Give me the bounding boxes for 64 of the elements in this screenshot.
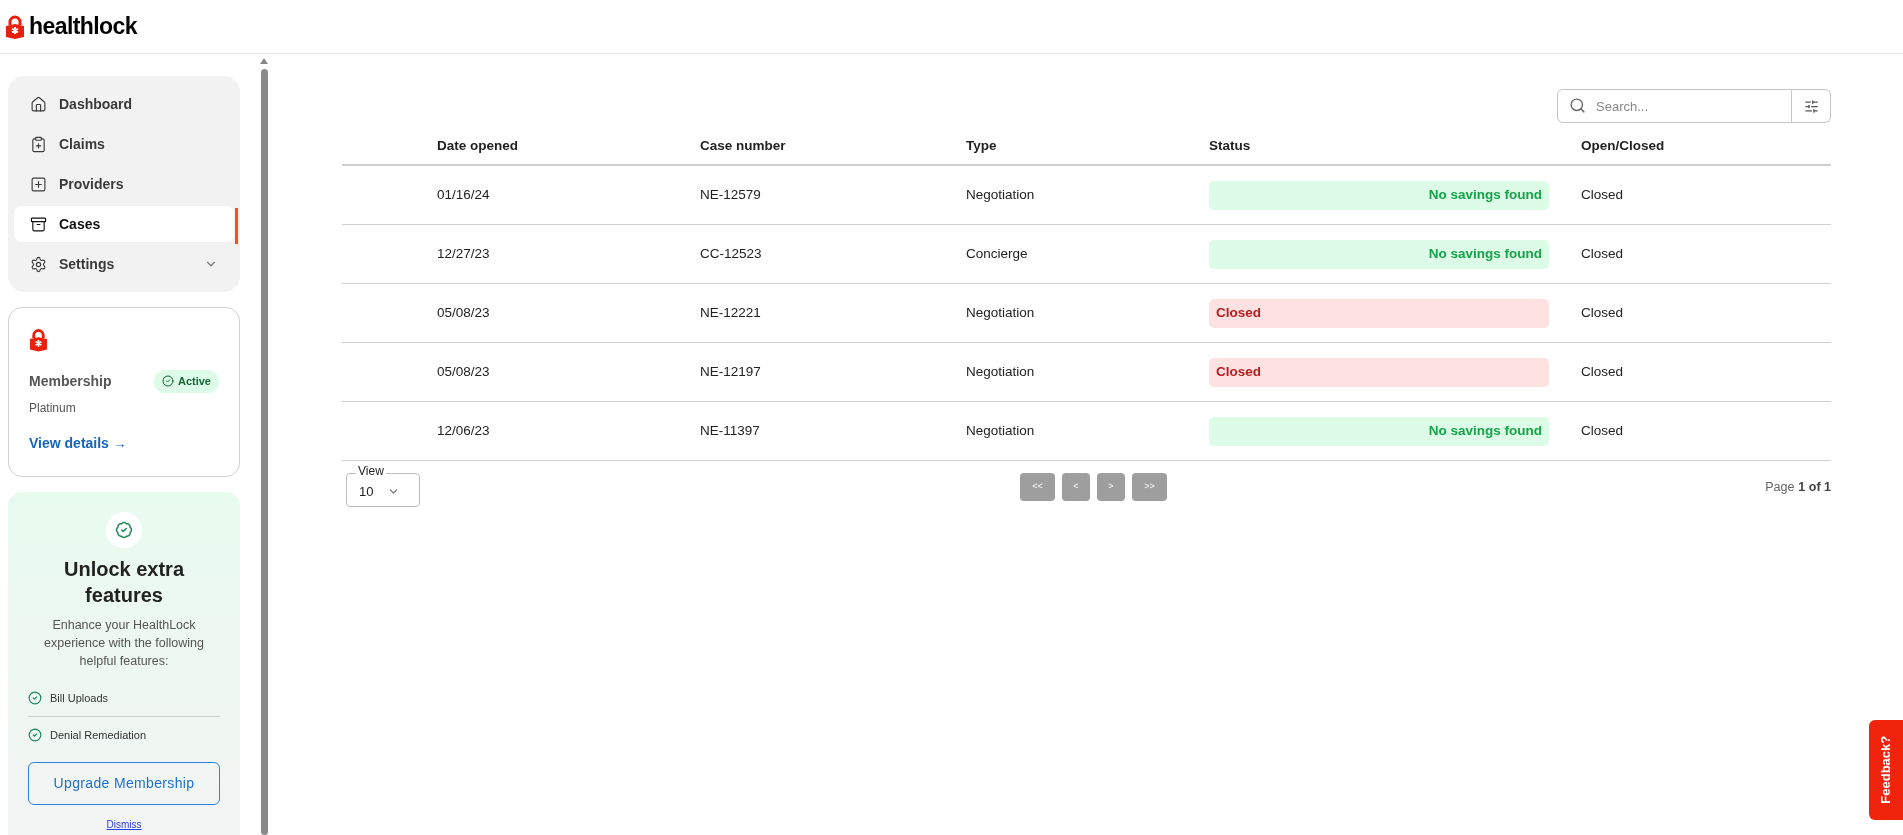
table-cell-text: Concierge bbox=[966, 244, 1029, 263]
view-value: 10 bbox=[359, 483, 374, 502]
lock-logo-icon bbox=[5, 14, 25, 39]
membership-title: Membership bbox=[29, 371, 112, 391]
table-cell-text: Closed bbox=[1581, 244, 1625, 263]
column-header: Case number bbox=[700, 137, 787, 156]
table-cell-text: 12/06/23 bbox=[437, 421, 491, 440]
table-cell-text: 12/27/23 bbox=[437, 244, 491, 263]
membership-plan: Platinum bbox=[29, 399, 77, 417]
scroll-up-arrow-icon[interactable] bbox=[260, 58, 268, 64]
table-cell-text: Closed bbox=[1581, 421, 1625, 440]
table-cell-text: Closed bbox=[1581, 362, 1625, 381]
column-header: Date opened bbox=[437, 137, 519, 156]
table-cell-text: Negotiation bbox=[966, 185, 1036, 204]
table-cell-text: 05/08/23 bbox=[437, 362, 491, 381]
sidebar-item[interactable]: Cases bbox=[14, 206, 234, 242]
dismiss-link[interactable]: Dismiss bbox=[106, 816, 142, 832]
column-header: Status bbox=[1209, 137, 1252, 156]
table-cell-text: Negotiation bbox=[966, 303, 1036, 322]
table-cell-text: NE-12197 bbox=[700, 362, 762, 381]
sliders-icon bbox=[1803, 98, 1819, 114]
table-cell-text: Closed bbox=[1581, 303, 1625, 322]
table-cell-text: Negotiation bbox=[966, 362, 1036, 381]
feature-label: Denial Remediation bbox=[50, 728, 146, 743]
check-circle-icon bbox=[28, 728, 42, 743]
clipboard-icon bbox=[30, 135, 47, 153]
table-cell-text: NE-12221 bbox=[700, 303, 762, 322]
status-badge: No savings found bbox=[1209, 180, 1549, 210]
page-label: Page bbox=[1765, 478, 1795, 496]
column-header: Open/Closed bbox=[1581, 137, 1666, 156]
upsell-title: Unlock extra features bbox=[62, 556, 186, 608]
filter-button[interactable] bbox=[1792, 89, 1831, 123]
scrollbar[interactable] bbox=[260, 58, 268, 835]
house-icon bbox=[30, 95, 47, 113]
table-cell-text: CC-12523 bbox=[700, 244, 763, 263]
feature-label: Bill Uploads bbox=[50, 690, 109, 706]
column-header: Type bbox=[966, 137, 998, 156]
check-circle-icon bbox=[161, 375, 174, 388]
table-cell-text: Negotiation bbox=[966, 421, 1036, 440]
status-badge: Closed bbox=[1209, 298, 1549, 328]
search-icon bbox=[1569, 97, 1586, 114]
settings-icon bbox=[30, 255, 47, 273]
archive-box-icon bbox=[30, 215, 47, 233]
upgrade-membership-button[interactable]: Upgrade Membership bbox=[28, 761, 220, 805]
status-badge: Active bbox=[153, 370, 219, 393]
check-circle-icon bbox=[28, 690, 42, 705]
badge-check-icon bbox=[115, 520, 133, 539]
table-cell-text: 01/16/24 bbox=[437, 185, 491, 204]
table-cell-text: NE-11397 bbox=[700, 421, 761, 440]
feedback-tab[interactable]: Feedback? bbox=[1869, 720, 1903, 820]
status-badge: No savings found bbox=[1209, 239, 1549, 269]
page-count: 1 of 1 bbox=[1798, 478, 1831, 496]
plus-square-icon bbox=[30, 175, 47, 193]
search-field[interactable]: Search... bbox=[1557, 89, 1792, 123]
view-details-link[interactable]: View details → bbox=[29, 432, 219, 454]
status-badge: Closed bbox=[1209, 357, 1549, 387]
lock-icon bbox=[29, 328, 48, 352]
table-cell-text: 05/08/23 bbox=[437, 303, 491, 322]
table-cell-text: Closed bbox=[1581, 185, 1625, 204]
brand-name: healthlock bbox=[29, 12, 137, 42]
table-cell-text: NE-12579 bbox=[700, 185, 762, 204]
status-badge: No savings found bbox=[1209, 416, 1549, 446]
view-label: View bbox=[356, 464, 386, 478]
upsell-description: Enhance your HealthLock experience with the following helpful features: bbox=[43, 616, 205, 670]
